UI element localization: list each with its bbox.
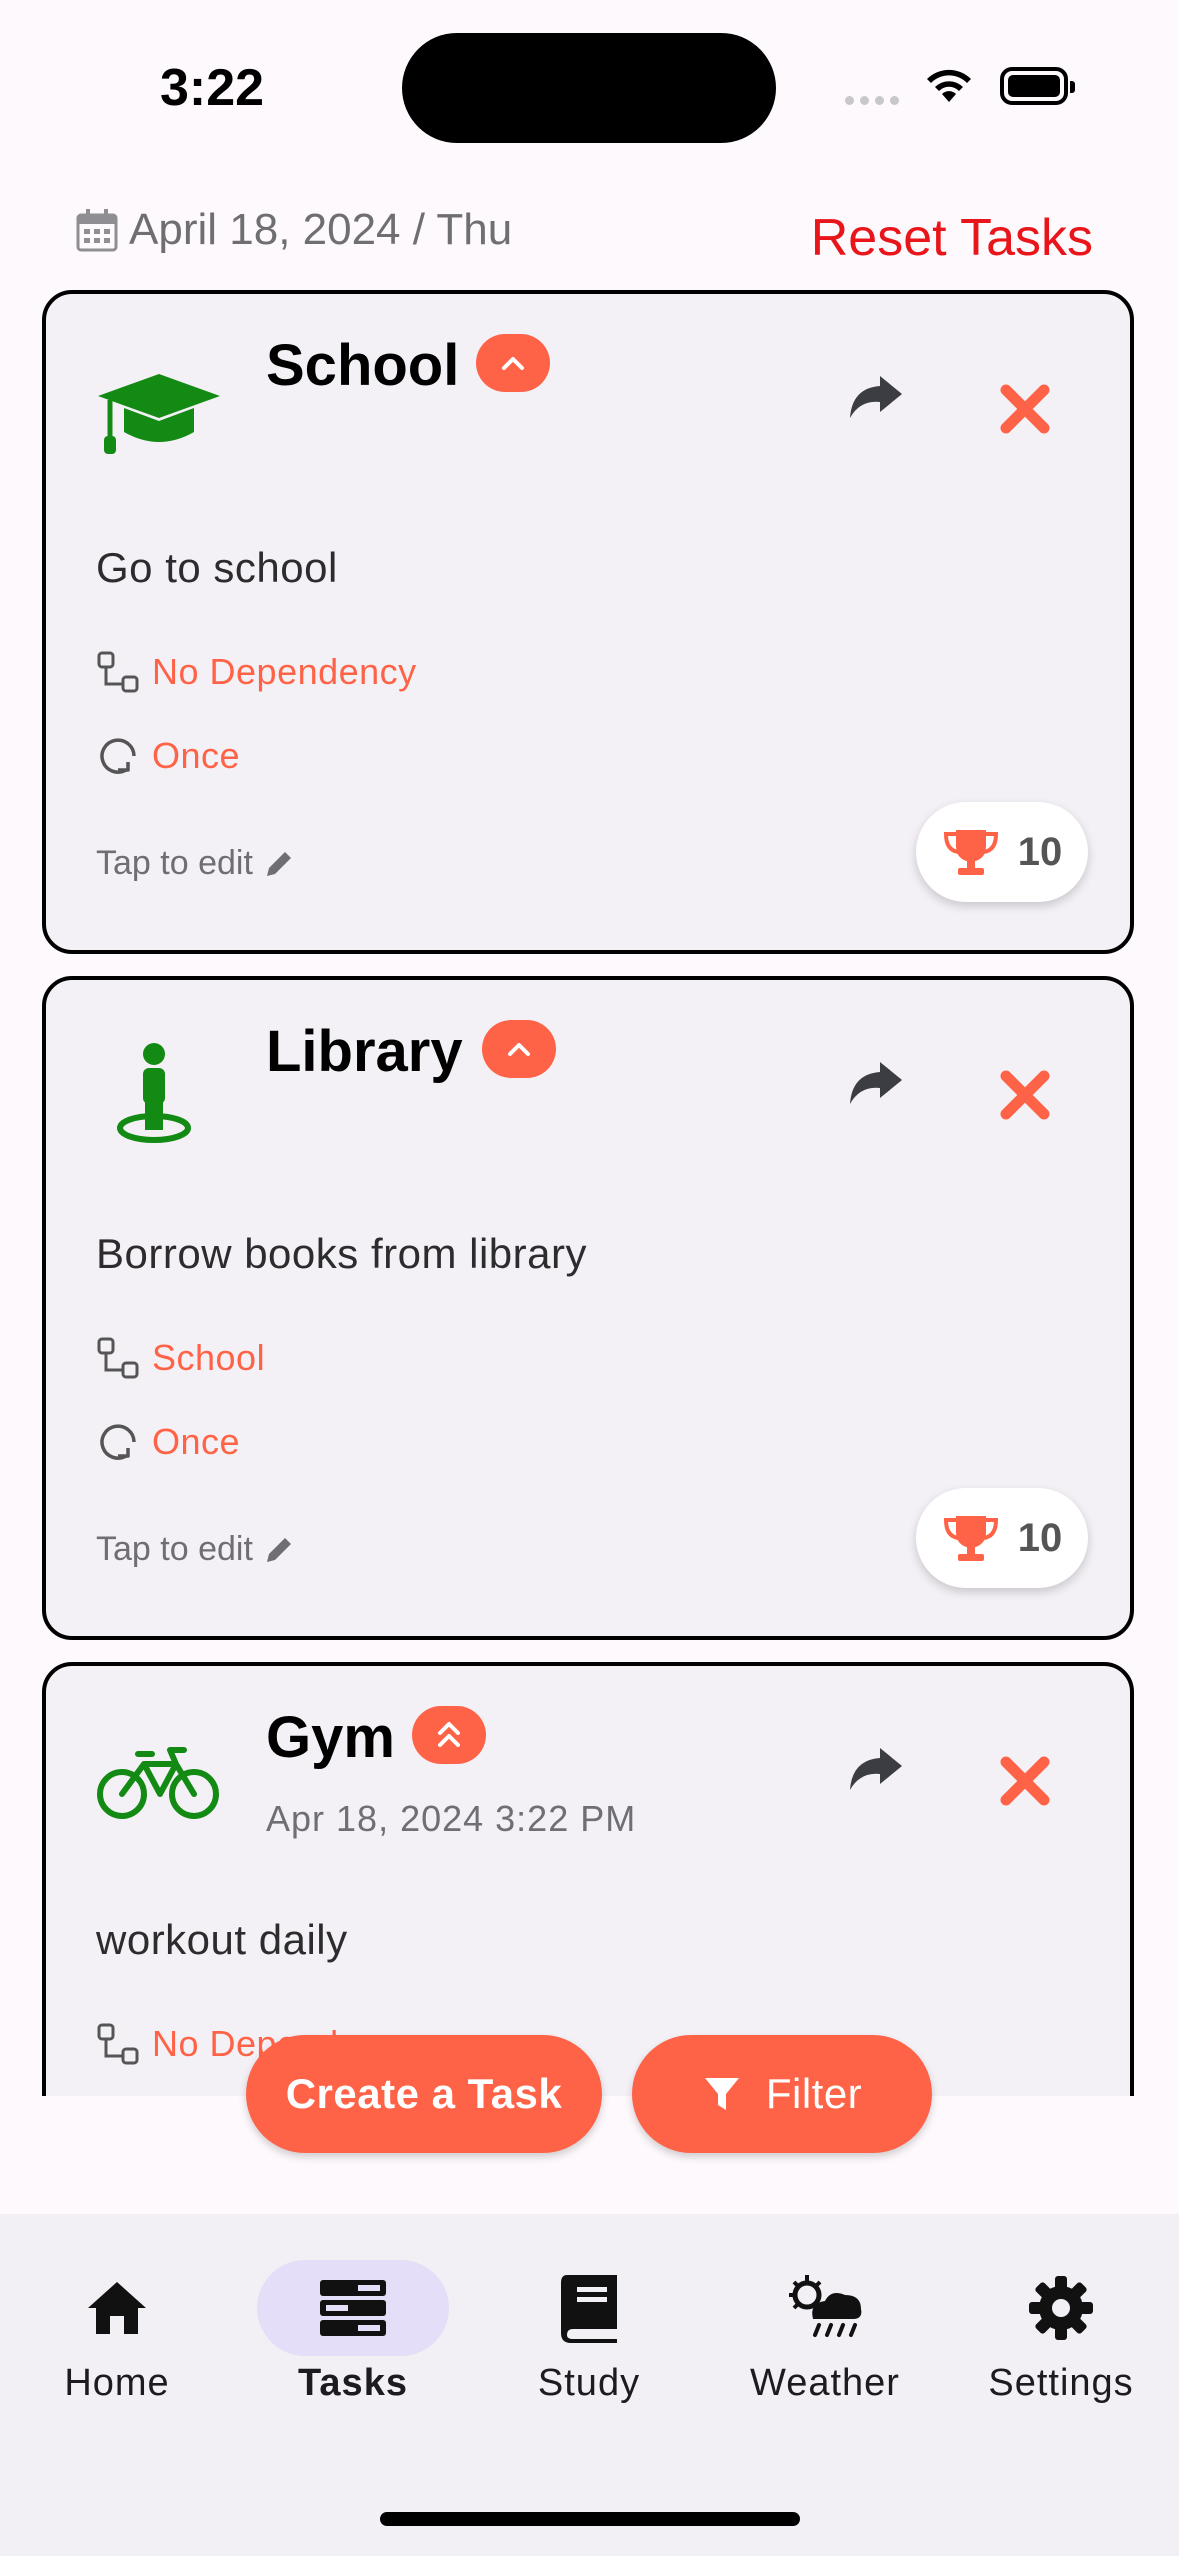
battery-icon bbox=[1000, 67, 1075, 105]
nav-item-weather[interactable]: Weather bbox=[710, 2260, 940, 2405]
task-card[interactable]: Gym Apr 18, 2024 3:22 PM workout daily N… bbox=[42, 1662, 1134, 2096]
dependency-icon bbox=[97, 2023, 139, 2065]
close-icon[interactable] bbox=[998, 382, 1052, 436]
nav-label: Study bbox=[537, 2362, 641, 2404]
task-card[interactable]: School Go to school No Dependency Once T… bbox=[42, 290, 1134, 954]
gear-icon bbox=[1029, 2276, 1093, 2340]
home-icon bbox=[88, 2282, 146, 2334]
dependency-text: No Dependency bbox=[152, 651, 417, 692]
repeat-row: Once bbox=[96, 1420, 240, 1464]
book-icon bbox=[561, 2275, 617, 2343]
nav-label: Weather bbox=[750, 2362, 900, 2404]
dependency-icon bbox=[97, 651, 139, 693]
nav-item-tasks[interactable]: Tasks bbox=[238, 2260, 468, 2405]
graduation-cap-icon bbox=[98, 374, 220, 454]
pencil-icon bbox=[266, 851, 291, 876]
nav-label: Home bbox=[64, 2362, 170, 2404]
tasks-icon bbox=[320, 2280, 386, 2336]
close-icon[interactable] bbox=[998, 1068, 1052, 1122]
bottom-navigation: Home Tasks Study Weather Settings bbox=[0, 2214, 1179, 2556]
status-time: 3:22 bbox=[160, 59, 265, 117]
dependency-row: No Dependency bbox=[96, 650, 417, 694]
task-list[interactable]: School Go to school No Dependency Once T… bbox=[0, 288, 1179, 2096]
repeat-icon bbox=[100, 1424, 136, 1460]
priority-medium-badge bbox=[476, 334, 550, 392]
repeat-text: Once bbox=[152, 735, 241, 776]
cellular-signal-icon bbox=[845, 92, 905, 110]
status-bar: 3:22 bbox=[0, 0, 1179, 170]
date-row: April 18, 2024 / Thu bbox=[75, 205, 512, 255]
filter-label: Filter bbox=[765, 2070, 863, 2117]
share-icon[interactable] bbox=[846, 1058, 904, 1108]
double-chevron-up-icon bbox=[438, 1722, 460, 1747]
dependency-row: School bbox=[96, 1336, 265, 1380]
trophy-icon bbox=[943, 830, 998, 875]
pencil-icon bbox=[266, 1537, 291, 1562]
points-value: 10 bbox=[1017, 1515, 1063, 1560]
tap-to-edit-label: Tap to edit bbox=[96, 1530, 253, 1568]
current-date: April 18, 2024 / Thu bbox=[129, 205, 513, 254]
filter-button[interactable]: Filter bbox=[632, 2035, 932, 2153]
points-value: 10 bbox=[1017, 829, 1063, 874]
repeat-row: Once bbox=[96, 734, 240, 778]
trophy-icon bbox=[943, 1516, 998, 1561]
reset-tasks-button[interactable]: Reset Tasks bbox=[811, 208, 1093, 268]
priority-medium-badge bbox=[482, 1020, 556, 1078]
bicycle-icon bbox=[97, 1747, 219, 1819]
tap-to-edit[interactable]: Tap to edit bbox=[96, 844, 297, 883]
close-icon[interactable] bbox=[998, 1754, 1052, 1808]
points-badge: 10 bbox=[916, 1488, 1088, 1588]
task-date: Apr 18, 2024 3:22 PM bbox=[266, 1798, 637, 1839]
task-description: Go to school bbox=[96, 544, 338, 591]
calendar-icon bbox=[76, 209, 118, 252]
task-card[interactable]: Library Borrow books from library School… bbox=[42, 976, 1134, 1640]
weather-icon bbox=[789, 2275, 862, 2337]
tap-to-edit-label: Tap to edit bbox=[96, 844, 253, 882]
tap-to-edit[interactable]: Tap to edit bbox=[96, 1530, 297, 1569]
nav-item-home[interactable]: Home bbox=[2, 2260, 232, 2405]
share-icon[interactable] bbox=[846, 1744, 904, 1794]
points-badge: 10 bbox=[916, 802, 1088, 902]
nav-item-settings[interactable]: Settings bbox=[946, 2260, 1176, 2405]
dynamic-island bbox=[402, 33, 776, 143]
chevron-up-icon bbox=[508, 1043, 530, 1056]
wifi-icon bbox=[927, 69, 971, 102]
nav-label: Tasks bbox=[298, 2362, 408, 2404]
filter-icon bbox=[704, 2078, 739, 2110]
repeat-icon bbox=[100, 738, 136, 774]
create-task-label: Create a Task bbox=[285, 2070, 563, 2117]
task-description: Borrow books from library bbox=[96, 1230, 587, 1277]
priority-high-badge bbox=[412, 1706, 486, 1764]
nav-item-study[interactable]: Study bbox=[474, 2260, 704, 2405]
location-person-icon bbox=[117, 1043, 191, 1143]
share-icon[interactable] bbox=[846, 372, 904, 422]
dependency-text: School bbox=[152, 1337, 266, 1378]
task-title: Gym bbox=[266, 1705, 395, 1770]
task-title: School bbox=[266, 333, 460, 398]
home-indicator[interactable] bbox=[380, 2512, 800, 2526]
dependency-icon bbox=[97, 1337, 139, 1379]
task-description: workout daily bbox=[96, 1916, 348, 1963]
create-task-button[interactable]: Create a Task bbox=[246, 2035, 602, 2153]
chevron-up-icon bbox=[502, 357, 524, 370]
repeat-text: Once bbox=[152, 1421, 241, 1462]
nav-label: Settings bbox=[988, 2362, 1134, 2404]
task-title: Library bbox=[266, 1019, 463, 1084]
